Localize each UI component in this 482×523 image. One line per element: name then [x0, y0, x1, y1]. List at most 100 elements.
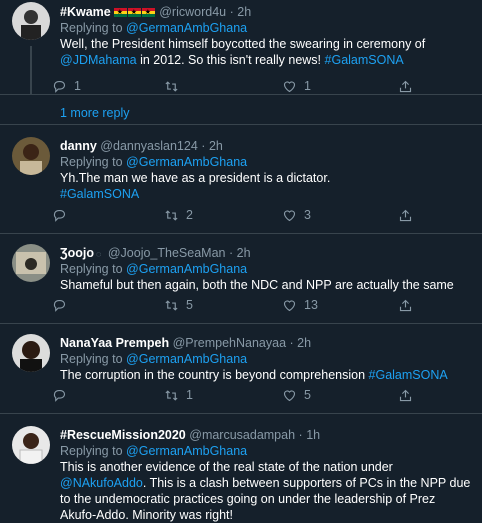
tweet-text-part: Well, the President himself boycotted th…	[60, 37, 426, 51]
tweet[interactable]: #RescueMission2020 @marcusadampah · 1h R…	[0, 414, 482, 523]
share-button[interactable]	[398, 207, 413, 223]
like-count: 13	[304, 298, 318, 312]
separator-dot: ·	[289, 336, 294, 350]
like-button[interactable]: 3	[282, 207, 311, 223]
like-icon	[283, 209, 296, 221]
replying-to-prefix: Replying to	[60, 444, 123, 458]
avatar[interactable]	[12, 334, 50, 372]
retweet-count: 2	[186, 208, 193, 222]
hashtag-link[interactable]: #GalamSONA	[369, 368, 448, 382]
replying-to-prefix: Replying to	[60, 155, 123, 169]
tweet[interactable]: NanaYaa Prempeh @PrempehNanayaa · 2h Rep…	[0, 324, 482, 414]
like-button[interactable]: 13	[282, 297, 318, 313]
share-icon	[399, 80, 412, 92]
like-count: 1	[304, 79, 311, 93]
timestamp[interactable]: 1h	[306, 428, 320, 442]
share-button[interactable]	[398, 78, 413, 94]
tweet-text: The corruption in the country is beyond …	[60, 367, 472, 383]
display-name[interactable]: #Kwame	[60, 5, 111, 19]
separator-dot: ·	[228, 246, 234, 260]
tweet-text: This is another evidence of the real sta…	[60, 459, 472, 523]
avatar[interactable]	[12, 2, 50, 40]
tweet-text-part: The corruption in the country is beyond …	[60, 368, 369, 382]
tweet-actions: 5 13	[53, 297, 412, 313]
display-name[interactable]: #RescueMission2020	[60, 428, 186, 442]
replying-to: Replying to @GermanAmbGhana	[60, 20, 472, 36]
tweet-text-part: This is another evidence of the real sta…	[60, 460, 393, 474]
share-icon	[399, 209, 412, 221]
more-replies-row[interactable]: 1 more reply	[0, 95, 482, 125]
replying-to-prefix: Replying to	[60, 21, 123, 35]
like-icon	[283, 299, 296, 311]
timestamp[interactable]: 2h	[209, 139, 223, 153]
replying-to-mention[interactable]: @GermanAmbGhana	[126, 352, 247, 366]
replying-to-mention[interactable]: @GermanAmbGhana	[126, 155, 247, 169]
separator-dot: ·	[229, 5, 234, 19]
retweet-icon	[165, 299, 178, 311]
tweet-text: Well, the President himself boycotted th…	[60, 36, 472, 68]
ghana-flag-icons	[113, 5, 156, 20]
reply-timeline: #Kwame @ricword4u · 2h Replying to @Germ…	[0, 0, 482, 523]
replying-to: Replying to @GermanAmbGhana	[60, 154, 472, 170]
display-name[interactable]: NanaYaa Prempeh	[60, 336, 169, 350]
retweet-button[interactable]	[164, 78, 186, 94]
replying-to: Replying to @GermanAmbGhana	[60, 351, 472, 367]
retweet-button[interactable]: 5	[164, 297, 193, 313]
avatar[interactable]	[12, 426, 50, 464]
retweet-icon	[165, 389, 178, 401]
avatar[interactable]	[12, 137, 50, 175]
share-icon	[399, 299, 412, 311]
timestamp[interactable]: 2h	[297, 336, 311, 350]
hashtag-link[interactable]: #GalamSONA	[60, 187, 139, 201]
reply-button[interactable]	[52, 297, 74, 313]
like-icon	[283, 389, 296, 401]
retweet-button[interactable]: 1	[164, 387, 193, 403]
timestamp[interactable]: 2h	[237, 5, 251, 19]
display-name[interactable]: danny	[60, 139, 97, 153]
reply-button[interactable]: 1	[52, 78, 81, 94]
retweet-button[interactable]: 2	[164, 207, 193, 223]
reply-button[interactable]	[52, 387, 74, 403]
user-handle[interactable]: @dannyaslan124	[100, 139, 198, 153]
reply-icon	[53, 389, 66, 402]
display-name[interactable]: Ʒoojo	[60, 246, 94, 260]
tweet-actions: 1 1	[53, 78, 412, 94]
user-handle[interactable]: @PrempehNanayaa	[173, 336, 286, 350]
retweet-count: 5	[186, 298, 193, 312]
user-handle[interactable]: @ricword4u	[159, 5, 226, 19]
reply-button[interactable]	[52, 207, 74, 223]
like-button[interactable]: 5	[282, 387, 311, 403]
tweet-actions: 1 5	[53, 387, 412, 403]
tweet[interactable]: danny @dannyaslan124 · 2h Replying to @G…	[0, 125, 482, 234]
avatar[interactable]	[12, 244, 50, 282]
reply-count: 1	[74, 79, 81, 93]
replying-to-mention[interactable]: @GermanAmbGhana	[126, 444, 247, 458]
reply-icon	[53, 80, 66, 93]
tweet[interactable]: Ʒoojo ◌ @Joojo_TheSeaMan · 2h Replying to…	[0, 234, 482, 324]
retweet-icon	[165, 209, 178, 221]
timestamp[interactable]: 2h	[237, 246, 251, 260]
like-button[interactable]: 1	[282, 78, 311, 94]
retweet-count: 1	[186, 388, 193, 402]
mention-link[interactable]: @NAkufoAddo	[60, 476, 143, 490]
replying-to-mention[interactable]: @GermanAmbGhana	[126, 262, 247, 276]
tweet-actions: 2 3	[53, 207, 412, 223]
share-icon	[399, 389, 412, 401]
tweet[interactable]: #Kwame @ricword4u · 2h Replying to @Germ…	[0, 0, 482, 95]
reply-icon	[53, 209, 66, 222]
share-button[interactable]	[398, 297, 413, 313]
replying-to-mention[interactable]: @GermanAmbGhana	[126, 21, 247, 35]
more-replies-link[interactable]: 1 more reply	[60, 106, 129, 120]
circle-icon: ◌	[96, 249, 102, 259]
user-handle[interactable]: @Joojo_TheSeaMan	[108, 246, 226, 260]
replying-to-prefix: Replying to	[60, 352, 123, 366]
separator-dot: ·	[201, 139, 206, 153]
reply-icon	[53, 299, 66, 312]
hashtag-link[interactable]: #GalamSONA	[325, 53, 404, 67]
tweet-text-part: Yh.The man we have as a president is a d…	[60, 171, 331, 185]
mention-link[interactable]: @JDMahama	[60, 53, 137, 67]
tweet-text-part: Shameful but then again, both the NDC an…	[60, 278, 454, 292]
tweet-text: Yh.The man we have as a president is a d…	[60, 170, 472, 202]
user-handle[interactable]: @marcusadampah	[189, 428, 295, 442]
share-button[interactable]	[398, 387, 413, 403]
